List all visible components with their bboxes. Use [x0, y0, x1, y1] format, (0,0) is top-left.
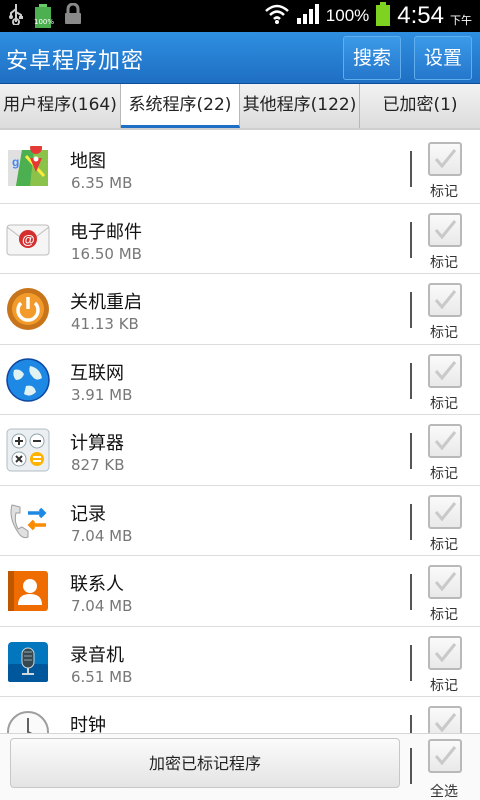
call-log-icon [6, 499, 50, 543]
row-divider [410, 362, 412, 399]
app-size: 6.51 MB [71, 667, 133, 686]
mark-checkbox[interactable] [428, 353, 462, 388]
mark-checkbox[interactable] [428, 635, 462, 670]
row-divider [410, 574, 412, 610]
list-item[interactable]: 关机重启 41.13 KB 标记 [0, 274, 480, 345]
mark-label: 标记 [430, 184, 458, 200]
battery-small-icon: 100% [34, 4, 55, 28]
globe-icon [6, 357, 50, 402]
settings-button[interactable]: 设置 [414, 36, 472, 80]
app-size: 41.13 KB [71, 315, 139, 333]
app-name: 互联网 [70, 362, 124, 384]
search-button[interactable]: 搜索 [343, 36, 401, 80]
tab-user-apps[interactable]: 用户程序(164) [0, 84, 121, 128]
row-divider [410, 292, 412, 328]
mark-label: 标记 [430, 254, 458, 271]
battery-icon [375, 2, 391, 30]
screen: 100% 100% 4:54 下午 安卓程序加密 搜索 设置 用户程序(164)… [0, 0, 480, 800]
calculator-icon [6, 428, 50, 472]
row-divider [410, 151, 412, 187]
list-item[interactable]: 记录 7.04 MB 标记 [0, 486, 480, 556]
app-size: 827 KB [71, 456, 125, 474]
select-all-checkbox[interactable] [428, 739, 462, 773]
app-name: 记录 [70, 503, 106, 525]
row-divider [410, 715, 412, 733]
usb-icon [8, 3, 24, 29]
svg-text:@: @ [22, 232, 35, 247]
list-item[interactable]: 录音机 6.51 MB 标记 [0, 627, 480, 697]
wifi-icon [264, 3, 290, 29]
mark-checkbox[interactable] [428, 424, 462, 458]
app-size: 7.04 MB [71, 526, 133, 545]
app-size: 7.04 MB [71, 597, 133, 615]
mark-checkbox[interactable] [428, 142, 462, 176]
app-title: 安卓程序加密 [6, 49, 145, 74]
power-icon [6, 287, 50, 331]
battery-percent: 100% [325, 6, 370, 25]
app-name: 地图 [70, 151, 106, 172]
status-right: 100% 4:54 下午 [264, 0, 472, 32]
bottom-bar: 加密已标记程序 全选 [0, 733, 480, 800]
clock-icon [6, 710, 50, 733]
mark-label: 标记 [430, 536, 458, 553]
app-size: 3.91 MB [71, 385, 133, 404]
status-left: 100% [8, 2, 84, 29]
list-item[interactable]: g 地图 6.35 MB 标记 [0, 133, 480, 204]
mark-checkbox[interactable] [428, 706, 462, 733]
row-divider [410, 433, 412, 469]
tab-other-apps[interactable]: 其他程序(122) [240, 84, 360, 128]
tab-encrypted[interactable]: 已加密(1) [360, 84, 480, 128]
encrypt-marked-button[interactable]: 加密已标记程序 [10, 738, 400, 788]
app-name: 电子邮件 [70, 221, 142, 243]
signal-icon [296, 3, 320, 29]
mark-checkbox[interactable] [428, 565, 462, 599]
select-all-label: 全选 [430, 784, 458, 800]
row-divider [410, 221, 412, 258]
app-name: 联系人 [70, 574, 124, 595]
mark-label: 标记 [430, 607, 458, 623]
app-name: 时钟 [70, 715, 106, 733]
recorder-icon [6, 640, 50, 684]
app-name: 关机重启 [70, 292, 142, 313]
app-header: 安卓程序加密 搜索 设置 [0, 32, 480, 84]
app-size: 16.50 MB [71, 244, 142, 263]
app-size: 6.35 MB [71, 174, 133, 192]
mark-checkbox[interactable] [428, 212, 462, 247]
tab-bar: 用户程序(164) 系统程序(22) 其他程序(122) 已加密(1) [0, 84, 480, 130]
email-icon: @ [6, 217, 50, 261]
clock-ampm: 下午 [450, 14, 472, 27]
app-name: 录音机 [70, 644, 124, 666]
app-list[interactable]: g 地图 6.35 MB 标记 @ 电子邮件 16.50 MB 标记 关机重启 … [0, 133, 480, 733]
tab-system-apps[interactable]: 系统程序(22) [121, 84, 240, 128]
list-item[interactable]: 时钟 [0, 697, 480, 733]
battery-small-text: 100% [34, 18, 55, 26]
row-divider [410, 503, 412, 540]
mark-label: 标记 [430, 325, 458, 341]
lock-icon [62, 2, 84, 29]
list-item[interactable]: 互联网 3.91 MB 标记 [0, 345, 480, 415]
maps-icon: g [6, 142, 50, 190]
bottom-divider [410, 748, 412, 784]
row-divider [410, 644, 412, 681]
mark-checkbox[interactable] [428, 494, 462, 529]
list-item[interactable]: 联系人 7.04 MB 标记 [0, 556, 480, 627]
mark-label: 标记 [430, 466, 458, 482]
mark-checkbox[interactable] [428, 283, 462, 317]
svg-text:g: g [12, 155, 19, 169]
mark-label: 标记 [430, 395, 458, 412]
mark-label: 标记 [430, 677, 458, 694]
clock-time: 4:54 [397, 2, 444, 29]
status-bar: 100% 100% 4:54 下午 [0, 0, 480, 32]
list-item[interactable]: @ 电子邮件 16.50 MB 标记 [0, 204, 480, 274]
app-name: 计算器 [70, 433, 124, 454]
contacts-icon [6, 569, 50, 613]
list-item[interactable]: 计算器 827 KB 标记 [0, 415, 480, 486]
